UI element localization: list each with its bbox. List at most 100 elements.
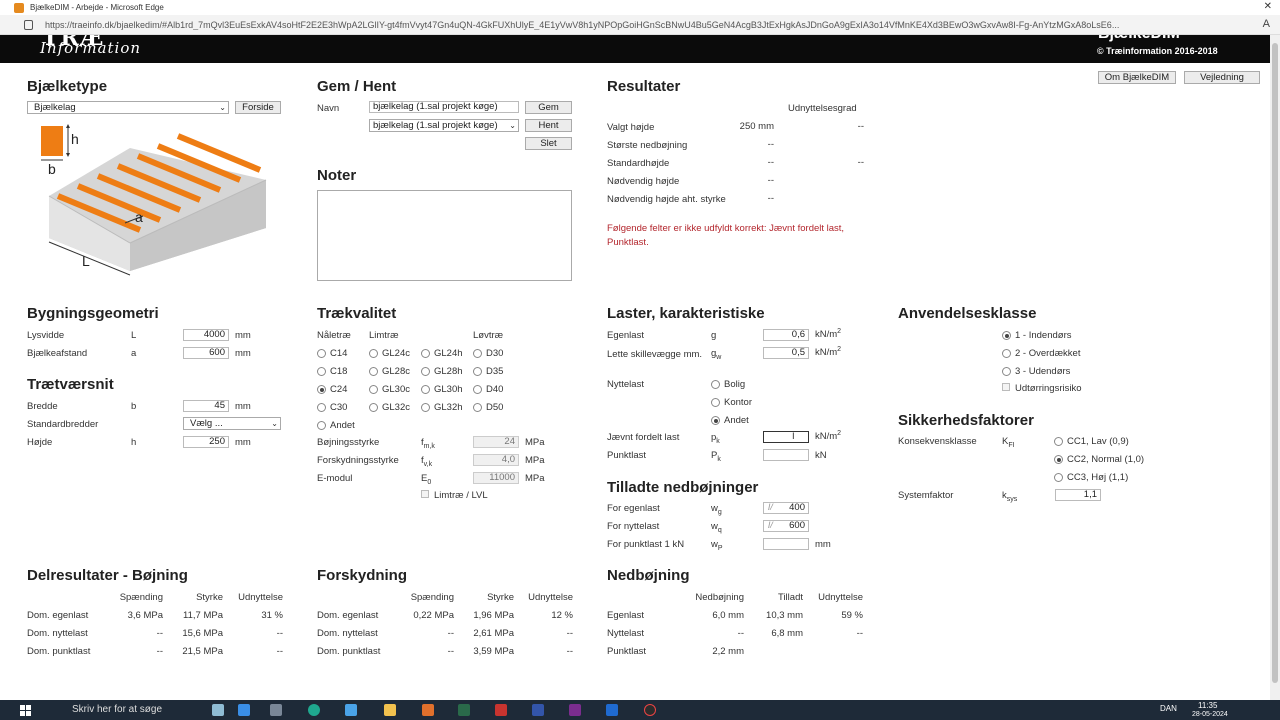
grade-radio-gl24c[interactable] [369, 349, 378, 358]
point-load-input[interactable] [763, 449, 809, 461]
allowed-deflection-input[interactable]: 400 l/ [763, 502, 809, 514]
allowed-deflection-input[interactable] [763, 538, 809, 550]
clock-time[interactable]: 11:35 [1198, 701, 1217, 710]
table-header: Udnyttelse [818, 592, 863, 603]
grade-radio-gl32c[interactable] [369, 403, 378, 412]
grade-col-header: Løvtræ [473, 330, 504, 341]
windows-start-icon[interactable] [20, 705, 32, 717]
window-close-icon[interactable]: ✕ [1264, 1, 1272, 12]
warning-text: Følgende felter er ikke udfyldt korrekt:… [607, 223, 845, 248]
beam-type-select[interactable]: Bjælkelag ⌄ [27, 101, 229, 114]
grade-radio-c30[interactable] [317, 403, 326, 412]
taskbar-search[interactable]: Skriv her for at søge [48, 702, 198, 718]
save-button[interactable]: Gem [525, 101, 572, 114]
grade-radio-gl24h[interactable] [421, 349, 430, 358]
taskbar: Skriv her for at søge DAN 11:35 28-05-20… [0, 700, 1280, 720]
grade-radio-gl32h[interactable] [421, 403, 430, 412]
system-factor-input[interactable]: 1,1 [1055, 489, 1101, 501]
url-text[interactable]: https://traeinfo.dk/bjaelkedim/#Alb1rd_7… [45, 20, 1235, 30]
te-icon[interactable] [458, 704, 470, 716]
width-input[interactable]: 45 [183, 400, 229, 412]
dead-load-input[interactable]: 0,6 [763, 329, 809, 341]
service-class-radio[interactable] [1002, 349, 1011, 358]
front-page-button[interactable]: Forside [235, 101, 281, 114]
widget-icon[interactable] [212, 704, 224, 716]
grade-radio-gl30h[interactable] [421, 385, 430, 394]
consequence-label: Konsekvensklasse [898, 436, 977, 447]
allowed-deflection-unit: mm [815, 539, 831, 550]
drying-checkbox[interactable] [1002, 383, 1010, 391]
guide-button[interactable]: Vejledning [1184, 71, 1260, 84]
service-class-radio[interactable] [1002, 331, 1011, 340]
r-app-icon[interactable] [532, 704, 544, 716]
laster-title: Laster, karakteristiske [607, 305, 765, 322]
chevron-down-icon: ⌄ [271, 419, 278, 428]
logo-text[interactable]: Information [40, 39, 141, 57]
notes-textarea[interactable] [317, 190, 572, 281]
consequence-radio[interactable] [1054, 455, 1063, 464]
property-symbol: fv,k [421, 455, 433, 468]
grade-radio-c14[interactable] [317, 349, 326, 358]
property-input[interactable]: 24 [473, 436, 519, 448]
grade-radio-d35[interactable] [473, 367, 482, 376]
grade-radio-gl28c[interactable] [369, 367, 378, 376]
explorer-icon[interactable] [384, 704, 396, 716]
edge-icon[interactable] [308, 704, 320, 716]
grade-radio-d50[interactable] [473, 403, 482, 412]
store-icon[interactable] [345, 704, 357, 716]
task-view-icon[interactable] [270, 704, 282, 716]
grade-radio-gl30c[interactable] [369, 385, 378, 394]
recorder-icon[interactable] [644, 704, 656, 716]
grade-radio-c24[interactable] [317, 385, 326, 394]
k-app-icon[interactable] [495, 704, 507, 716]
property-input[interactable]: 4,0 [473, 454, 519, 466]
grade-radio-gl28h[interactable] [421, 367, 430, 376]
allowed-deflection-input[interactable]: 600 l/ [763, 520, 809, 532]
clock-date[interactable]: 28-05-2024 [1192, 711, 1228, 718]
table-row-label: Dom. punktlast [317, 646, 381, 657]
load-button[interactable]: Hent [525, 119, 572, 132]
lvl-checkbox[interactable] [421, 490, 429, 498]
read-aloud-icon[interactable]: A [1263, 18, 1270, 30]
grade-radio-d40[interactable] [473, 385, 482, 394]
noter-title: Noter [317, 167, 357, 184]
load-select[interactable]: bjælkelag (1.sal projekt køge) ⌄ [369, 119, 519, 132]
delete-button[interactable]: Slet [525, 137, 572, 150]
geometry-input[interactable]: 600 [183, 347, 229, 359]
table-row-label: Dom. egenlast [27, 610, 89, 621]
about-button[interactable]: Om BjælkeDIM [1098, 71, 1176, 84]
language-indicator[interactable]: DAN [1160, 704, 1177, 713]
delresultater-title: Delresultater - Bøjning [27, 567, 188, 584]
outlook-icon[interactable] [606, 704, 618, 716]
result-util: -- [857, 157, 864, 168]
partition-load-input[interactable]: 0,5 [763, 347, 809, 359]
result-label: Nødvendig højde [607, 176, 680, 187]
grade-radio-d30[interactable] [473, 349, 482, 358]
service-class-radio[interactable] [1002, 367, 1011, 376]
geometry-input[interactable]: 4000 [183, 329, 229, 341]
name-input[interactable]: bjælkelag (1.sal projekt køge) [369, 101, 519, 113]
live-load-option: Bolig [724, 379, 746, 390]
standard-width-select[interactable]: Vælg ... ⌄ [183, 417, 281, 430]
onenote-icon[interactable] [569, 704, 581, 716]
page-scrollbar[interactable] [1270, 35, 1280, 700]
consequence-radio[interactable] [1054, 437, 1063, 446]
its-icon[interactable] [422, 704, 434, 716]
grade-radio-other[interactable] [317, 421, 326, 430]
app-icon[interactable] [238, 704, 250, 716]
grade-radio-c18[interactable] [317, 367, 326, 376]
live-load-radio[interactable] [711, 416, 720, 425]
height-input[interactable]: 250 [183, 436, 229, 448]
span-prefix: l/ [768, 520, 773, 531]
live-load-radio[interactable] [711, 380, 720, 389]
consequence-radio[interactable] [1054, 473, 1063, 482]
property-input[interactable]: 11000 [473, 472, 519, 484]
distributed-load-input[interactable]: I [763, 431, 809, 443]
site-header: TRÆ Information BjælkeDIM © Træinformati… [0, 35, 1270, 63]
scrollbar-thumb[interactable] [1272, 43, 1278, 683]
grade-label: GL24h [434, 348, 463, 359]
grade-label: C30 [330, 402, 348, 413]
grade-label: D50 [486, 402, 504, 413]
address-bar[interactable]: https://traeinfo.dk/bjaelkedim/#Alb1rd_7… [0, 15, 1280, 35]
live-load-radio[interactable] [711, 398, 720, 407]
